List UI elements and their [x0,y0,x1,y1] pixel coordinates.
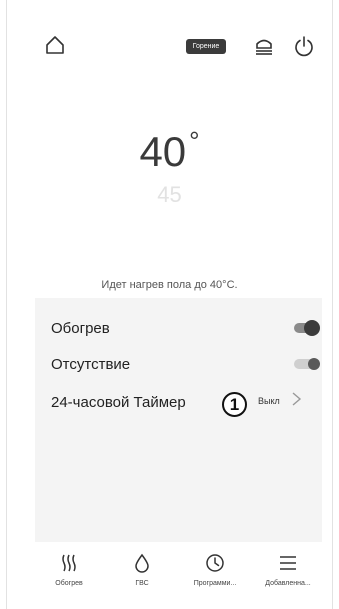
absence-toggle[interactable] [294,358,320,370]
heating-toggle-knob [304,320,320,336]
nav-programs-label: Программи... [193,580,237,587]
menu-icon [277,552,299,574]
heating-toggle[interactable] [294,320,320,336]
target-temperature: 45 [157,182,182,207]
degree-sign: ° [189,126,200,156]
water-drop-icon [131,552,153,574]
burning-status-badge: Горение [186,39,226,54]
heater-icon[interactable] [252,34,276,58]
nav-heating-label: Обогрев [55,580,83,587]
timer-label: 24-часовой Таймер [51,393,186,411]
heat-waves-icon [58,552,80,574]
timer-value[interactable]: Выкл [258,396,280,406]
heating-row: Обогрев [51,316,320,340]
chevron-right-icon[interactable] [287,390,305,408]
current-temperature: 40 ° [0,126,339,176]
callout-number: 1 [222,392,247,417]
nav-added-label: Добавленна... [265,580,311,587]
absence-toggle-knob [308,358,320,370]
nav-heating[interactable]: Обогрев [35,546,103,594]
nav-programs[interactable]: Программи... [181,546,249,594]
nav-hot-water-label: ГВС [135,580,149,587]
nav-hot-water[interactable]: ГВС [108,546,176,594]
clock-icon [204,552,226,574]
top-bar: Горение [0,0,339,70]
timer-row[interactable]: 24-часовой Таймер [51,390,219,414]
absence-row: Отсутствие [51,352,320,376]
power-icon[interactable] [292,34,316,58]
absence-label: Отсутствие [51,355,131,373]
nav-added[interactable]: Добавленна... [254,546,322,594]
home-icon[interactable] [44,34,66,56]
heating-status-text: Идет нагрев пола до 40°C. [101,279,238,291]
heating-label: Обогрев [51,319,110,337]
bottom-navigation: Обогрев ГВС Программи... Добавленна... [35,546,322,594]
current-temperature-value: 40 [139,128,187,175]
